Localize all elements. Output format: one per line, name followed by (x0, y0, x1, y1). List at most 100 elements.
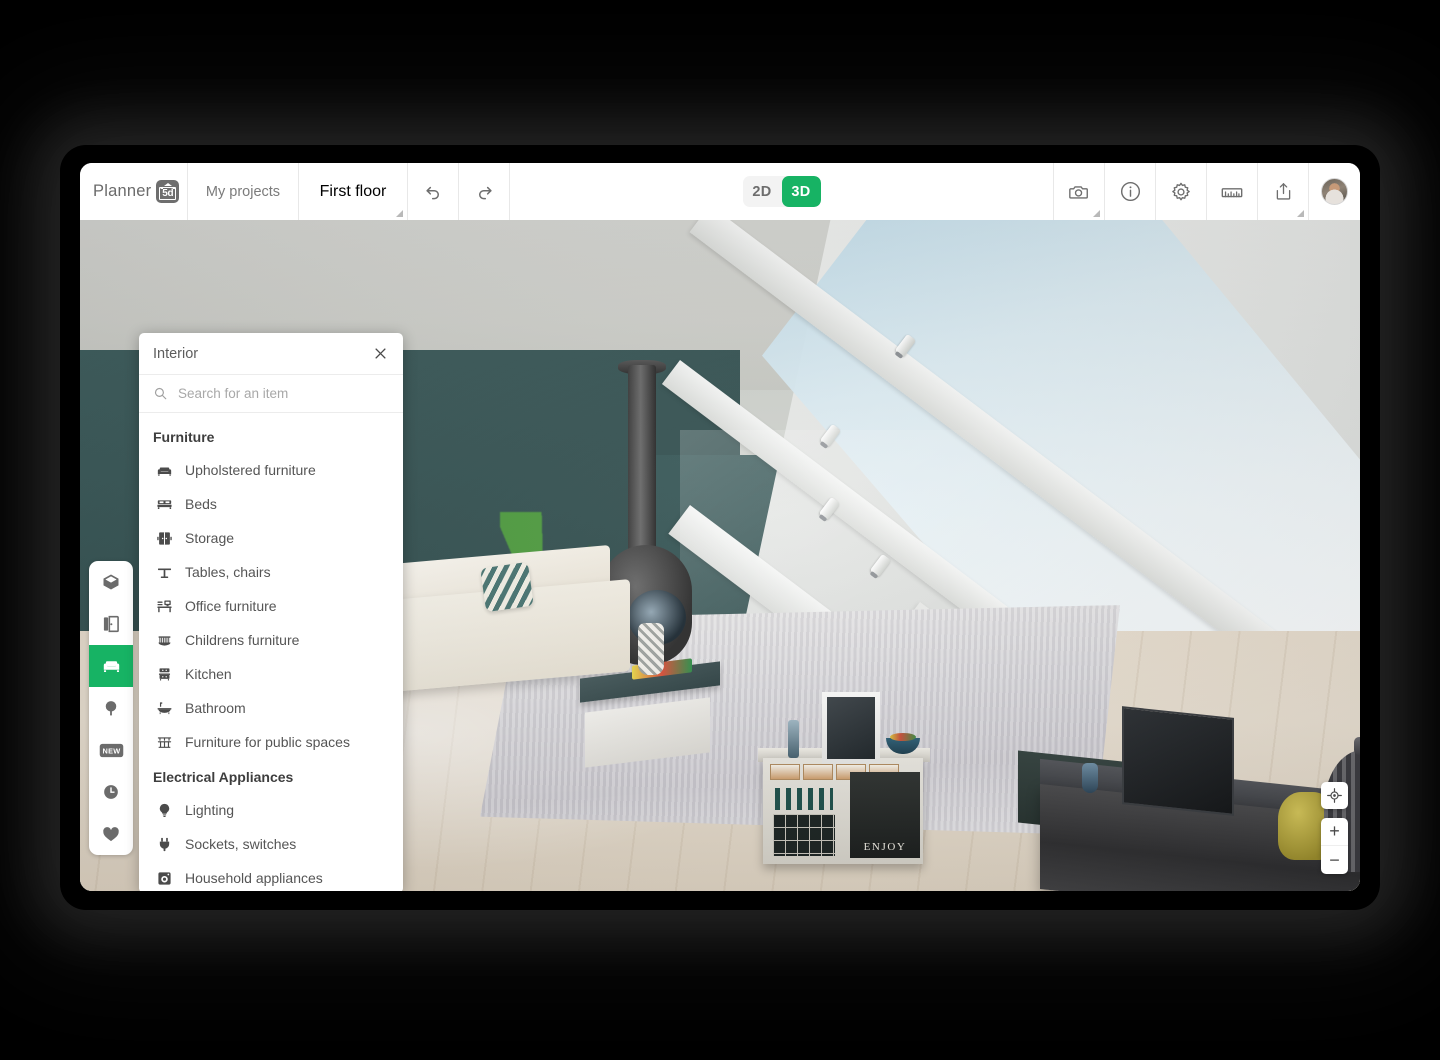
undo-button[interactable] (408, 163, 459, 220)
table-icon (153, 564, 175, 581)
zoom-out-button[interactable]: − (1321, 846, 1348, 874)
search-input[interactable] (178, 386, 391, 401)
rail-item-new[interactable]: NEW (89, 729, 133, 771)
left-tool-rail: NEW (89, 561, 133, 855)
bed-icon (153, 496, 175, 513)
wardrobe-icon (153, 530, 175, 547)
scene-bottle (788, 720, 799, 758)
panel-close-button[interactable] (369, 343, 391, 365)
bulb-icon (153, 802, 175, 819)
clock-icon (101, 782, 121, 802)
ruler-icon (1220, 180, 1244, 204)
category-label: Household appliances (185, 870, 323, 886)
category-household-appliances[interactable]: Household appliances (139, 861, 403, 891)
share-button[interactable] (1257, 163, 1308, 220)
view-mode-3d[interactable]: 3D (782, 176, 821, 207)
category-label: Kitchen (185, 666, 232, 682)
rail-item-outdoor[interactable] (89, 687, 133, 729)
crosshair-icon (1326, 787, 1343, 804)
chalkboard-text: ENJOY (864, 841, 907, 853)
zoom-in-button[interactable]: + (1321, 818, 1348, 846)
sofa-icon (153, 462, 175, 479)
screenshot-root: Planner 5d My projects First floor (0, 0, 1440, 1060)
app-logo[interactable]: Planner 5d (80, 163, 188, 220)
viewport-3d-render[interactable]: ENJOY (80, 220, 1360, 891)
chevron-corner-icon (396, 210, 403, 217)
category-bathroom[interactable]: Bathroom (139, 691, 403, 725)
rail-item-doors-windows[interactable] (89, 603, 133, 645)
logo-badge-text: 5d (161, 189, 174, 199)
gear-icon (1170, 181, 1192, 203)
category-label: Beds (185, 496, 217, 512)
category-tables-chairs[interactable]: Tables, chairs (139, 555, 403, 589)
top-toolbar: Planner 5d My projects First floor (80, 163, 1360, 220)
category-label: Sockets, switches (185, 836, 296, 852)
category-upholstered-furniture[interactable]: Upholstered furniture (139, 453, 403, 487)
kitchen-cabinet-icon (153, 666, 175, 683)
camera-icon (1068, 181, 1090, 203)
washer-icon (153, 870, 175, 887)
desk-icon (153, 598, 175, 615)
category-beds[interactable]: Beds (139, 487, 403, 521)
category-label: Furniture for public spaces (185, 734, 350, 750)
category-storage[interactable]: Storage (139, 521, 403, 555)
section-heading-furniture: Furniture (139, 419, 403, 453)
info-button[interactable] (1104, 163, 1155, 220)
category-sockets-switches[interactable]: Sockets, switches (139, 827, 403, 861)
bench-icon (153, 734, 175, 751)
my-projects-button[interactable]: My projects (188, 163, 299, 220)
view-mode-toggle: 2D 3D (743, 176, 821, 207)
view-mode-area: 2D 3D (510, 163, 1053, 220)
view-mode-2d[interactable]: 2D (743, 176, 782, 207)
rail-item-favorites[interactable] (89, 813, 133, 855)
floor-selector[interactable]: First floor (299, 163, 408, 220)
top-toolbar-right (1053, 163, 1360, 220)
scene-picture-frame (822, 692, 880, 764)
sofa-icon (101, 656, 122, 677)
category-label: Lighting (185, 802, 234, 818)
settings-button[interactable] (1155, 163, 1206, 220)
category-public-spaces-furniture[interactable]: Furniture for public spaces (139, 725, 403, 759)
rail-item-construction[interactable] (89, 561, 133, 603)
tree-icon (101, 698, 121, 718)
zoom-controls: + − (1321, 818, 1348, 874)
new-badge-icon: NEW (99, 742, 124, 759)
panel-search-row (139, 375, 403, 413)
floor-label: First floor (320, 183, 387, 201)
my-projects-label: My projects (206, 184, 280, 200)
redo-button[interactable] (459, 163, 510, 220)
category-lighting[interactable]: Lighting (139, 793, 403, 827)
scene-blue-vase (1082, 763, 1098, 793)
user-avatar-button[interactable] (1308, 163, 1360, 220)
scene-patterned-vase (638, 623, 664, 675)
heart-icon (101, 824, 121, 844)
recenter-button[interactable] (1321, 782, 1348, 809)
planner5d-app-window: Planner 5d My projects First floor (80, 163, 1360, 891)
category-office-furniture[interactable]: Office furniture (139, 589, 403, 623)
scene-chalkboard: ENJOY (850, 772, 920, 858)
panel-header: Interior (139, 333, 403, 375)
scene-stove-flue (628, 365, 656, 565)
category-label: Storage (185, 530, 234, 546)
crib-icon (153, 632, 175, 649)
category-kitchen[interactable]: Kitchen (139, 657, 403, 691)
rail-item-interior[interactable] (89, 645, 133, 687)
bathtub-icon (153, 700, 175, 717)
camera-button[interactable] (1053, 163, 1104, 220)
box-corner-icon (101, 572, 121, 592)
scene-chevron-cushion (480, 562, 534, 612)
logo-text: Planner (93, 182, 151, 201)
panel-category-list: Furniture Upholstered furniture (139, 413, 403, 891)
rail-item-recent[interactable] (89, 771, 133, 813)
close-icon (373, 346, 388, 361)
redo-icon (475, 182, 494, 201)
measure-button[interactable] (1206, 163, 1257, 220)
ruler-corner-icon (1246, 210, 1253, 217)
category-childrens-furniture[interactable]: Childrens furniture (139, 623, 403, 657)
svg-text:NEW: NEW (102, 746, 120, 755)
panel-title: Interior (153, 346, 369, 362)
category-label: Upholstered furniture (185, 462, 316, 478)
info-icon (1119, 180, 1142, 203)
section-heading-electrical-appliances: Electrical Appliances (139, 759, 403, 793)
door-icon (101, 614, 121, 634)
